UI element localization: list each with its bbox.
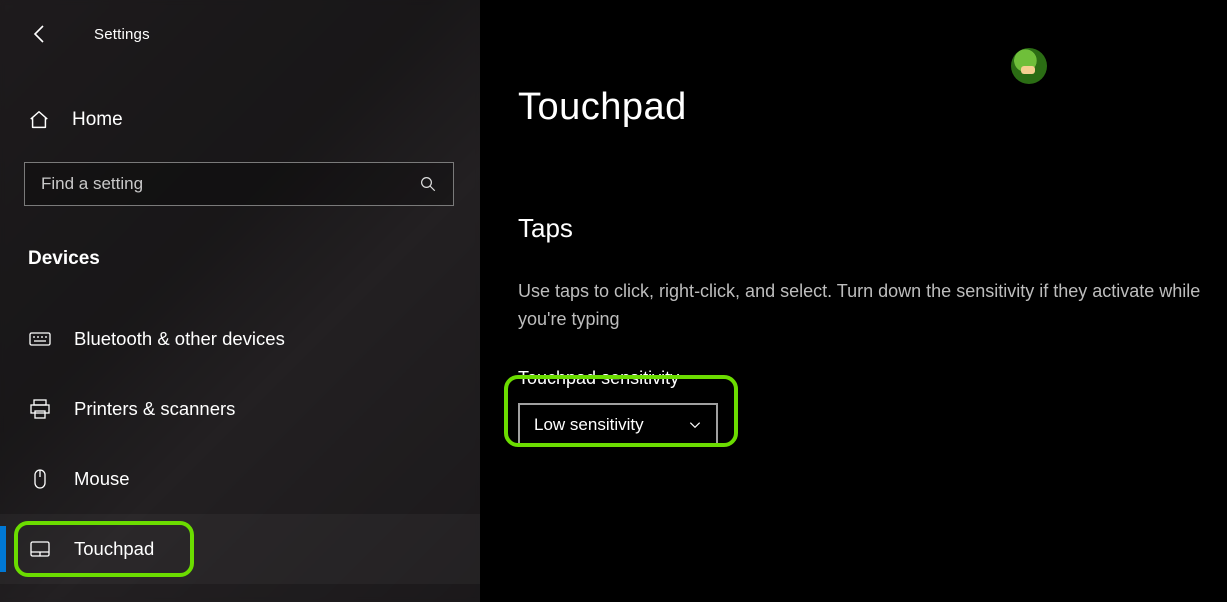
sidebar-item-mouse[interactable]: Mouse [0, 444, 480, 514]
field-label: Touchpad sensitivity [518, 368, 1203, 389]
home-nav[interactable]: Home [0, 100, 480, 140]
sidebar-item-bluetooth[interactable]: Bluetooth & other devices [0, 304, 480, 374]
mouse-icon [28, 467, 52, 491]
printer-icon [28, 397, 52, 421]
avatar [1011, 48, 1047, 84]
home-label: Home [72, 109, 123, 131]
home-icon [28, 109, 50, 131]
chevron-down-icon [688, 418, 702, 432]
nav-list: Bluetooth & other devices Printers & sca… [0, 304, 480, 584]
sidebar: Settings Home Devices Bluetooth & other … [0, 0, 480, 602]
touchpad-icon [28, 537, 52, 561]
section-heading: Devices [0, 248, 480, 270]
sidebar-item-label: Printers & scanners [74, 398, 235, 420]
main-content: Touchpad Taps Use taps to click, right-c… [480, 0, 1227, 602]
sidebar-item-label: Mouse [74, 468, 130, 490]
search-input-container[interactable] [24, 162, 454, 206]
search-input[interactable] [41, 174, 419, 194]
header-row: Settings [0, 16, 480, 52]
sidebar-item-label: Bluetooth & other devices [74, 328, 285, 350]
sidebar-item-label: Touchpad [74, 538, 154, 560]
section-description: Use taps to click, right-click, and sele… [518, 278, 1203, 334]
dropdown-value: Low sensitivity [534, 415, 688, 435]
section-title: Taps [518, 213, 1203, 244]
app-title: Settings [94, 26, 150, 43]
search-icon [419, 175, 437, 193]
sensitivity-dropdown[interactable]: Low sensitivity [518, 403, 718, 447]
keyboard-icon [28, 327, 52, 351]
sidebar-item-printers[interactable]: Printers & scanners [0, 374, 480, 444]
sidebar-item-touchpad[interactable]: Touchpad [0, 514, 480, 584]
page-title: Touchpad [518, 86, 1203, 129]
back-arrow-icon[interactable] [28, 22, 52, 46]
